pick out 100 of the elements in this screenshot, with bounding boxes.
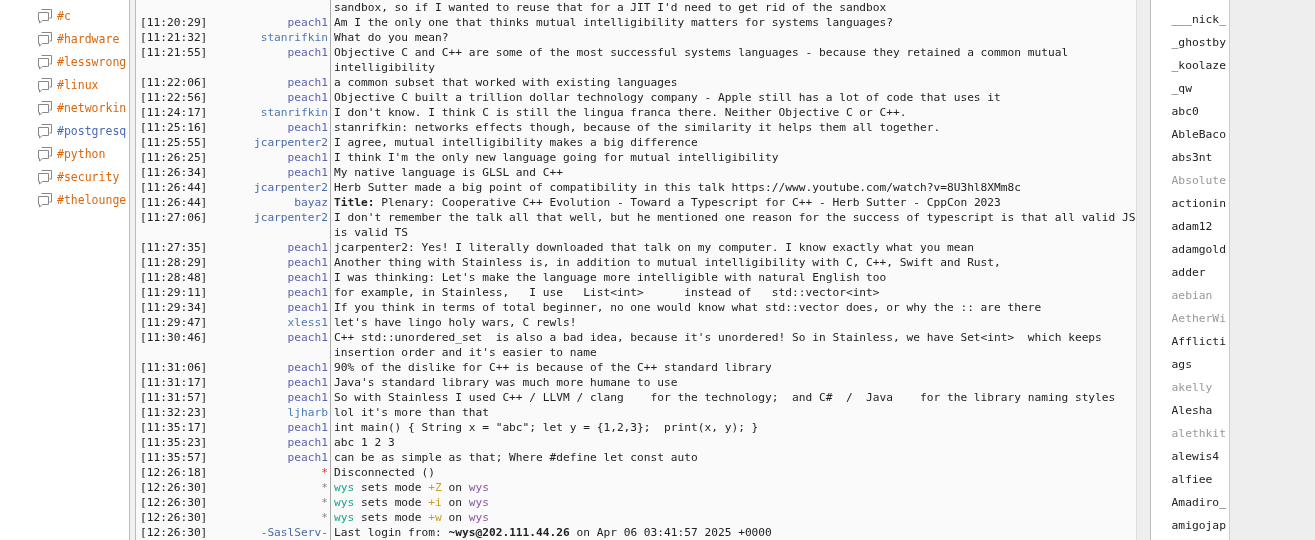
channel-item[interactable]: #lesswrong [0, 53, 129, 71]
scrollbar[interactable] [1135, 0, 1151, 540]
nickname[interactable]: -SaslServ- [212, 525, 331, 540]
message-text: a common subset that worked with existing languages [334, 75, 678, 90]
timestamp: [11:27:35] [140, 240, 209, 255]
nickname[interactable]: peach1 [212, 300, 331, 315]
nickname[interactable]: bayaz [212, 195, 331, 210]
user-name[interactable]: Amadiro_ [1171, 494, 1229, 511]
user-name[interactable]: alfiee [1171, 471, 1229, 488]
nickname[interactable]: stanrifkin [212, 30, 331, 45]
nickname[interactable]: peach1 [212, 450, 331, 465]
user-name[interactable]: abc0 [1171, 103, 1229, 120]
message-text: 90% of the dislike for C++ is because of the C++ standard library [334, 360, 772, 375]
timestamp: [11:35:57] [140, 450, 209, 465]
message-text: Objective C built a trillion dollar technology company - Apple still has a lot of code that uses it [334, 90, 1001, 105]
nickname[interactable]: peach1 [212, 375, 331, 390]
timestamp: [11:25:55] [140, 135, 209, 150]
user-name[interactable]: Afflicti [1171, 333, 1229, 350]
user-name[interactable]: Absolute [1171, 172, 1229, 189]
nickname[interactable]: peach1 [212, 270, 331, 285]
user-name[interactable]: Alesha [1171, 402, 1229, 419]
message-text: C++ std::unordered_set is also a bad idea, because it's unordered! So in Stainless, we have Set<int> which keeps [334, 330, 1102, 345]
chat-bubble-icon [37, 77, 53, 93]
message-text: I agree, mutual intelligibility makes a big difference [334, 135, 698, 150]
channel-item[interactable]: #python [0, 145, 129, 163]
message-text: If you think in terms of total beginner, no one would know what std::vector does, or why the :: are there [334, 300, 1042, 315]
nickname[interactable]: peach1 [212, 15, 331, 30]
channel-item[interactable]: #networkin [0, 99, 129, 117]
message-text: Last login from: ~wys@202.111.44.26 on Apr 06 03:41:57 2025 +0000 [334, 525, 772, 540]
user-name[interactable]: AetherWi [1171, 310, 1229, 327]
nickname[interactable]: peach1 [212, 165, 331, 180]
nickname[interactable]: peach1 [212, 150, 331, 165]
message-text: abc 1 2 3 [334, 435, 395, 450]
nickname[interactable]: ljharb [212, 405, 331, 420]
chat-bubble-icon [37, 192, 53, 208]
message-text: Am I the only one that thinks mutual intelligibility matters for systems languages? [334, 15, 894, 30]
nickname[interactable]: peach1 [212, 255, 331, 270]
timestamp: [11:21:55] [140, 45, 209, 61]
user-name[interactable]: alethkit [1171, 425, 1229, 442]
nickname[interactable]: peach1 [212, 360, 331, 375]
timestamp: [11:26:44] [140, 195, 209, 210]
timestamp: [11:22:56] [140, 90, 209, 105]
user-name[interactable]: AbleBaco [1171, 126, 1229, 143]
nickname[interactable]: peach1 [212, 240, 331, 255]
message-text: So with Stainless I used C++ / LLVM / clang for the technology; and C# / Java for the library naming styles [334, 390, 1116, 405]
nickname[interactable]: peach1 [212, 45, 331, 75]
timestamp: [11:21:32] [140, 30, 209, 45]
user-name[interactable]: adam12 [1171, 218, 1229, 235]
timestamp: [12:26:30] [140, 510, 209, 525]
message-text: jcarpenter2: Yes! I literally downloaded that talk on my computer. I know exactly what you mean [334, 240, 974, 255]
timestamp: [11:25:16] [140, 120, 209, 135]
channel-item[interactable]: #security [0, 168, 129, 186]
user-name[interactable]: _ghostby [1171, 34, 1229, 51]
timestamp: [11:31:57] [140, 390, 209, 405]
nickname[interactable]: jcarpenter2 [212, 135, 331, 150]
nickname[interactable]: peach1 [212, 120, 331, 135]
scrollbar[interactable] [1228, 0, 1315, 540]
chat-bubble-icon [37, 146, 53, 162]
user-name[interactable]: _qw [1171, 80, 1229, 97]
user-name[interactable]: ags [1171, 356, 1229, 373]
timestamp: [12:26:30] [140, 495, 209, 510]
user-name[interactable]: adder [1171, 264, 1229, 281]
timestamp: [11:30:46] [140, 330, 209, 346]
channel-item[interactable]: #thelounge [0, 191, 129, 209]
user-name[interactable]: akelly [1171, 379, 1229, 396]
timestamp: [11:35:17] [140, 420, 209, 435]
channel-item[interactable]: #c [0, 7, 129, 25]
channel-item[interactable]: #linux [0, 76, 129, 94]
user-name[interactable]: ___nick_ [1171, 11, 1229, 28]
user-name[interactable]: aebian [1171, 287, 1229, 304]
timestamp: [11:20:29] [140, 15, 209, 30]
user-name[interactable]: abs3nt [1171, 149, 1229, 166]
user-name[interactable]: _koolaze [1171, 57, 1229, 74]
nickname[interactable]: peach1 [212, 390, 331, 405]
message-text: is valid TS [334, 225, 410, 240]
timestamp: [11:31:17] [140, 375, 209, 390]
nickname[interactable]: stanrifkin [212, 105, 331, 120]
nickname[interactable]: jcarpenter2 [212, 210, 331, 240]
nickname[interactable]: peach1 [212, 330, 331, 360]
channel-item[interactable]: #hardware [0, 30, 129, 48]
user-name[interactable]: alewis4 [1171, 448, 1229, 465]
nickname[interactable]: jcarpenter2 [212, 180, 331, 195]
nickname[interactable]: peach1 [212, 285, 331, 300]
message-text: Title: Plenary: Cooperative C++ Evolution - Toward a Typescript for C++ - Herb Sutter - CppCon 2023 [334, 195, 1001, 210]
nickname[interactable]: peach1 [212, 420, 331, 435]
nickname[interactable]: peach1 [212, 90, 331, 105]
channel-item[interactable]: #postgresq [0, 122, 129, 140]
timestamp: [11:26:25] [140, 150, 209, 165]
user-name[interactable]: amigojap [1171, 517, 1229, 534]
nickname[interactable]: peach1 [212, 435, 331, 450]
user-name[interactable]: actionin [1171, 195, 1229, 212]
message-text: wys sets mode +i on wys [334, 495, 489, 510]
timestamp: [11:29:11] [140, 285, 209, 300]
chat-bubble-icon [37, 123, 53, 139]
timestamp: [11:22:06] [140, 75, 209, 90]
nickname[interactable]: peach1 [212, 75, 331, 90]
message-text: stanrifkin: networks effects though, because of the similarity it helps them all together. [334, 120, 941, 135]
user-name[interactable]: adamgold [1171, 241, 1229, 258]
nickname[interactable]: xless1 [212, 315, 331, 330]
message-text: Disconnected () [334, 465, 436, 480]
